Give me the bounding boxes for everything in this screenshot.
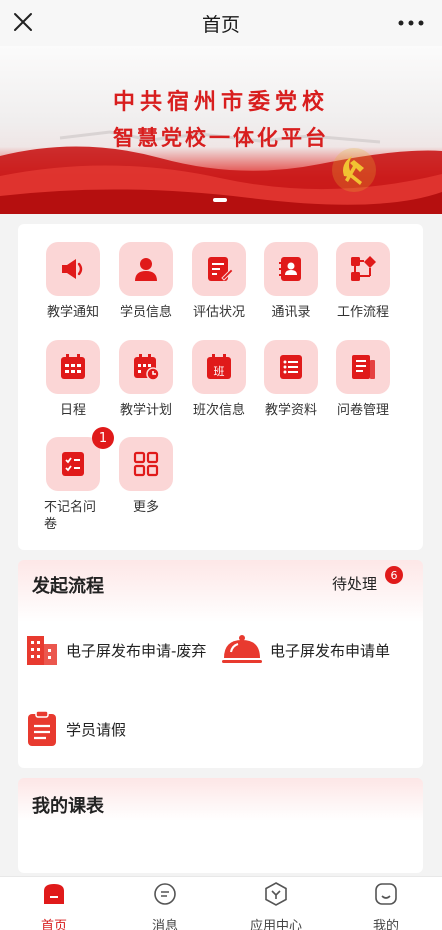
grid-item-label: 教学资料: [264, 403, 317, 418]
grid-more-icon: [133, 451, 159, 477]
list-document-icon: [280, 355, 302, 379]
function-grid-card: 教学通知 学员信息 评估状况 通讯录 工作流程 日程 教学计划 班 班次信息 教…: [18, 224, 423, 550]
class-calendar-icon: 班: [207, 354, 231, 379]
home-icon: [44, 884, 64, 904]
profile-icon: [375, 883, 397, 905]
grid-item-label: 教学通知: [46, 305, 99, 320]
class-glyph: 班: [214, 365, 225, 378]
bottom-tab-bar: 首页 消息 应用中心 我的: [0, 876, 442, 930]
tab-label: 应用中心: [249, 919, 302, 930]
grid-item-label: 学员信息: [119, 305, 172, 320]
questionnaire-icon: [352, 355, 375, 379]
flow-item-label: 电子屏发布申请-废弃: [66, 641, 207, 660]
grid-item-label: 更多: [132, 500, 159, 515]
checklist-icon: [62, 452, 84, 476]
tab-label: 首页: [40, 919, 67, 930]
pending-count-badge: 6: [385, 566, 403, 584]
tab-app-center[interactable]: 应用中心: [236, 881, 316, 930]
grid-item-more[interactable]: 更多: [111, 437, 181, 516]
app-center-icon: [265, 882, 287, 906]
tab-label: 消息: [151, 919, 178, 930]
message-icon: [154, 883, 176, 905]
grid-item-teaching-materials[interactable]: 教学资料: [256, 340, 326, 419]
grid-item-teaching-plan[interactable]: 教学计划: [111, 340, 181, 419]
calendar-icon: [61, 354, 85, 379]
grid-item-label: 问卷管理: [336, 403, 389, 418]
grid-item-label: 教学计划: [119, 403, 172, 418]
grid-item-label: 评估状况: [192, 305, 245, 320]
tab-messages[interactable]: 消息: [125, 881, 205, 930]
my-schedule-card: 我的课表: [18, 778, 423, 873]
grid-item-questionnaire[interactable]: 问卷管理: [328, 340, 398, 419]
grid-item-evaluation[interactable]: 评估状况: [184, 242, 254, 321]
calendar-clock-icon: [134, 354, 160, 381]
user-icon: [135, 258, 157, 281]
page-title: 首页: [201, 13, 240, 36]
carousel-indicator: [213, 198, 227, 202]
section-title: 我的课表: [32, 796, 104, 817]
flow-item-label: 学员请假: [66, 720, 127, 739]
grid-item-workflow[interactable]: 工作流程: [328, 242, 398, 321]
grid-item-label: 班次信息: [192, 403, 245, 418]
grid-item-label: 不记名问 卷: [44, 500, 97, 532]
grid-item-student-info[interactable]: 学员信息: [111, 242, 181, 321]
section-title: 发起流程: [32, 576, 104, 597]
close-icon[interactable]: [10, 9, 36, 35]
tab-home[interactable]: 首页: [14, 881, 94, 930]
workflow-icon: [351, 256, 376, 281]
grid-item-label: 通讯录: [271, 305, 311, 320]
grid-item-contacts[interactable]: 通讯录: [256, 242, 326, 321]
banner[interactable]: 中共宿州市委党校 智慧党校一体化平台: [0, 46, 442, 214]
start-process-card: 发起流程 待处理 6 电子屏发布申请-废弃 电子屏发布申请单 学员请假: [18, 560, 423, 768]
grid-item-label: 工作流程: [336, 305, 389, 320]
grid-item-anonymous-questionnaire[interactable]: 1 不记名问 卷: [38, 427, 114, 533]
grid-item-class-info[interactable]: 班 班次信息: [184, 340, 254, 419]
building-icon: [27, 636, 57, 665]
top-bar: 首页: [0, 0, 442, 46]
clipboard-icon: [28, 710, 56, 746]
tab-mine[interactable]: 我的: [346, 881, 426, 930]
more-icon[interactable]: [396, 13, 426, 33]
megaphone-icon: [62, 259, 83, 279]
banner-title-line1: 中共宿州市委党校: [112, 89, 329, 115]
party-emblem-icon: [332, 148, 376, 192]
grid-item-teaching-notice[interactable]: 教学通知: [38, 242, 108, 321]
contacts-icon: [279, 257, 301, 281]
edit-document-icon: [208, 257, 234, 281]
pending-link[interactable]: 待处理: [332, 573, 377, 594]
flow-item-student-leave[interactable]: 学员请假: [24, 710, 126, 748]
grid-item-schedule[interactable]: 日程: [38, 340, 108, 419]
tab-label: 我的: [372, 919, 399, 930]
dish-cover-icon: [222, 635, 262, 663]
flow-item-screen-request[interactable]: 电子屏发布申请单: [220, 632, 390, 668]
flow-item-label: 电子屏发布申请单: [270, 641, 391, 660]
grid-item-label: 日程: [59, 403, 86, 418]
flow-item-screen-request-deprecated[interactable]: 电子屏发布申请-废弃: [24, 632, 206, 668]
